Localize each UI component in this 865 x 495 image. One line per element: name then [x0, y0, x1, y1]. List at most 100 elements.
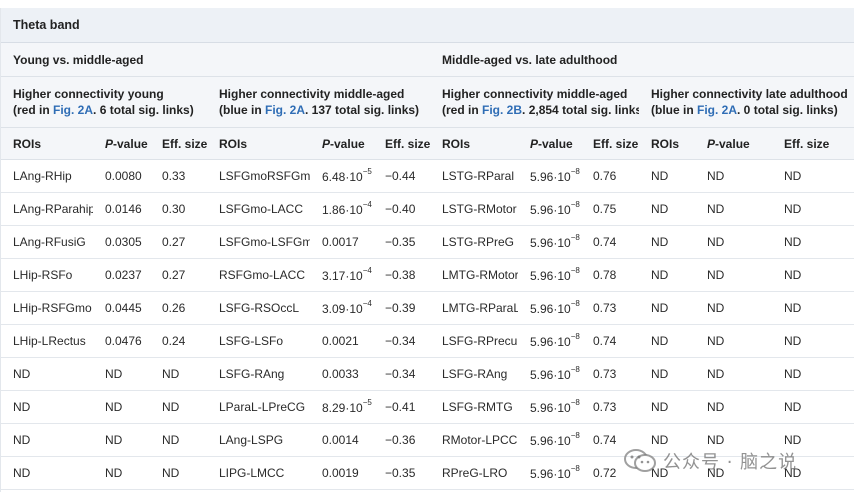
- p-value-cell: 5.96·10−8: [518, 423, 581, 457]
- p-value-cell: 0.0021: [310, 324, 373, 358]
- roi-cell: LMTG-RMotor: [430, 258, 518, 292]
- effect-size-cell: 0.30: [150, 192, 207, 226]
- roi-cell: LSTG-RPreG: [430, 225, 518, 259]
- table-row: LHip-RSFo 0.0237 0.27 RSFGmo-LACC 3.17·10−4−…: [1, 258, 855, 292]
- effect-size-cell: ND: [772, 192, 855, 226]
- effect-size-cell: −0.39: [373, 291, 430, 325]
- roi-cell: LAng-LSPG: [207, 423, 310, 457]
- group-subtitle-suffix: . 137 total sig. links): [305, 103, 420, 117]
- p-value-cell: 3.09·10−4: [310, 291, 373, 325]
- roi-cell: ND: [1, 357, 93, 391]
- group-subtitle-suffix: . 6 total sig. links): [93, 103, 194, 117]
- roi-cell: LIPG-LMCC: [207, 456, 310, 490]
- col-header-p-value: P-value: [695, 127, 772, 160]
- group-header-4: Higher connectivity late adulthood (blue …: [639, 76, 855, 128]
- p-value-cell: 6.48·10−5: [310, 159, 373, 193]
- p-value-cell: ND: [695, 324, 772, 358]
- comparison-young-vs-middle: Young vs. middle-aged: [1, 42, 430, 77]
- figure-link[interactable]: Fig. 2A: [697, 103, 737, 117]
- p-value-cell: 0.0014: [310, 423, 373, 457]
- roi-cell: ND: [639, 357, 695, 391]
- roi-cell: LHip-RSFo: [1, 258, 93, 292]
- p-value-mantissa: 0.0021: [322, 334, 359, 348]
- effect-size-cell: ND: [772, 357, 855, 391]
- table-row: ND ND ND LSFG-RAng 0.0033 −0.34 LSFG-RAng 5.96·…: [1, 357, 855, 391]
- p-value-mantissa: 3.09·10: [322, 301, 363, 316]
- p-value-mantissa: 5.96·10: [530, 433, 571, 448]
- figure-link[interactable]: Fig. 2B: [482, 103, 522, 117]
- p-value-mantissa: 3.17·10: [322, 268, 363, 283]
- p-value-mantissa: 5.96·10: [530, 301, 571, 316]
- effect-size-cell: 0.73: [581, 291, 639, 325]
- effect-size-cell: 0.78: [581, 258, 639, 292]
- p-letter: P: [707, 136, 716, 151]
- col-header-eff-size: Eff. size: [581, 127, 639, 160]
- group-subtitle-prefix: (red in: [13, 103, 54, 117]
- p-value-exponent: −4: [362, 298, 372, 308]
- p-value-cell: ND: [93, 423, 150, 457]
- roi-cell: LSFG-RAng: [207, 357, 310, 391]
- roi-cell: LSFGmo-LACC: [207, 192, 310, 226]
- effect-size-cell: 0.76: [581, 159, 639, 193]
- group-subtitle-prefix: (red in: [442, 103, 483, 117]
- p-value-mantissa: 1.86·10: [322, 202, 363, 217]
- effect-size-cell: ND: [772, 258, 855, 292]
- roi-cell: LSFG-RPrecu: [430, 324, 518, 358]
- roi-cell: LAng-RHip: [1, 159, 93, 193]
- figure-link[interactable]: Fig. 2A: [265, 103, 305, 117]
- table-row: LHip-LRectus 0.0476 0.24 LSFG-LSFo 0.0021 −0.…: [1, 324, 855, 358]
- p-value-cell: 0.0476: [93, 324, 150, 358]
- p-value-exponent: −8: [570, 166, 580, 176]
- p-letter: P: [530, 136, 539, 151]
- group-subtitle: (red in Fig. 2A. 6 total sig. links): [13, 102, 207, 118]
- col-header-eff-size: Eff. size: [772, 127, 855, 160]
- p-value-cell: 1.86·10−4: [310, 192, 373, 226]
- comparison-middle-vs-late: Middle-aged vs. late adulthood: [430, 42, 855, 77]
- p-suffix: -value: [538, 136, 573, 151]
- col-header-p-value: P-value: [93, 127, 150, 160]
- p-value-cell: 0.0019: [310, 456, 373, 490]
- figure-link[interactable]: Fig. 2A: [53, 103, 93, 117]
- roi-cell: ND: [639, 390, 695, 424]
- roi-cell: LSFG-LSFo: [207, 324, 310, 358]
- roi-cell: RSFGmo-LACC: [207, 258, 310, 292]
- p-value-cell: ND: [695, 291, 772, 325]
- p-value-mantissa: 5.96·10: [530, 202, 571, 217]
- effect-size-cell: ND: [150, 423, 207, 457]
- roi-cell: ND: [1, 456, 93, 490]
- p-value-cell: ND: [695, 357, 772, 391]
- effect-size-cell: ND: [772, 390, 855, 424]
- p-value-mantissa: 5.96·10: [530, 400, 571, 415]
- p-value-exponent: −8: [570, 397, 580, 407]
- p-value-cell: 5.96·10−8: [518, 390, 581, 424]
- effect-size-cell: ND: [150, 357, 207, 391]
- group-header-1: Higher connectivity young (red in Fig. 2A…: [1, 76, 207, 128]
- group-subtitle: (blue in Fig. 2A. 137 total sig. links): [219, 102, 430, 118]
- p-value-mantissa: 5.96·10: [530, 169, 571, 184]
- p-letter: P: [105, 136, 114, 151]
- effect-size-cell: 0.74: [581, 225, 639, 259]
- roi-cell: LAng-RParahip: [1, 192, 93, 226]
- effect-size-cell: ND: [772, 291, 855, 325]
- group-subtitle: (red in Fig. 2B. 2,854 total sig. links): [442, 102, 639, 118]
- group-subtitle-suffix: . 0 total sig. links): [737, 103, 838, 117]
- p-value-mantissa: 5.96·10: [530, 334, 571, 349]
- effect-size-cell: −0.40: [373, 192, 430, 226]
- p-suffix: -value: [113, 136, 148, 151]
- p-value-exponent: −8: [570, 298, 580, 308]
- col-header-p-value: P-value: [310, 127, 373, 160]
- group-title: Higher connectivity middle-aged: [219, 87, 405, 101]
- watermark-text: 公众号 · 脑之说: [663, 452, 798, 473]
- p-value-cell: 5.96·10−8: [518, 225, 581, 259]
- p-value-cell: ND: [93, 357, 150, 391]
- p-value-exponent: −4: [362, 265, 372, 275]
- theta-band-table: Theta band Young vs. middle-aged Middle-…: [1, 8, 855, 490]
- p-value-exponent: −5: [362, 166, 372, 176]
- col-header-p-value: P-value: [518, 127, 581, 160]
- group-header-3: Higher connectivity middle-aged (red in F…: [430, 76, 639, 128]
- p-value-exponent: −8: [570, 364, 580, 374]
- p-value-cell: ND: [695, 159, 772, 193]
- p-suffix: -value: [330, 136, 365, 151]
- p-value-exponent: −8: [570, 232, 580, 242]
- col-header-eff-size: Eff. size: [150, 127, 207, 160]
